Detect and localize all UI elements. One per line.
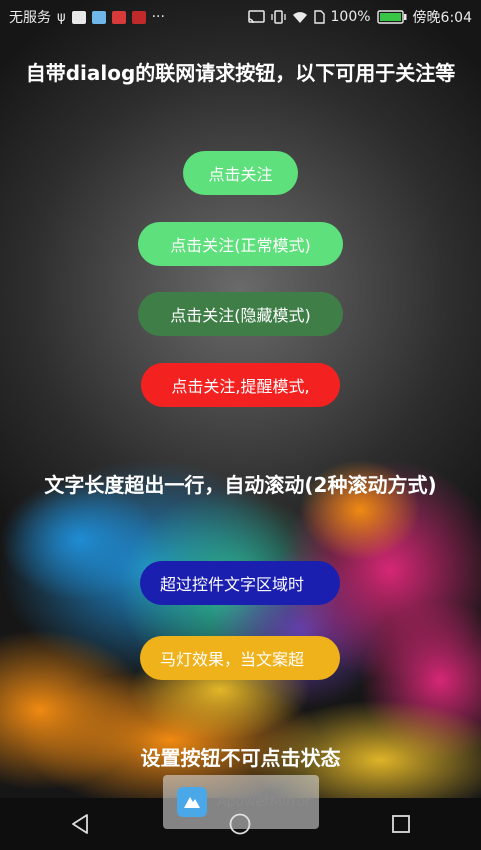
clock: 傍晚6:04 [412,10,472,26]
scroll-text-button[interactable]: 超过控件文字区域时 [140,561,340,605]
battery-icon [376,10,407,24]
section-title-disabled-state: 设置按钮不可点击状态 [140,746,341,770]
section-title-marquee: 文字长度超出一行，自动滚动(2种滚动方式) [44,473,437,497]
back-icon [72,814,89,834]
follow-reminder-mode-button[interactable]: 点击关注,提醒模式, [141,363,340,407]
carrier-text: 无服务 [9,10,51,26]
back-button[interactable] [60,804,100,844]
wifi-icon [292,11,307,23]
follow-button[interactable]: 点击关注 [183,151,298,195]
sim-icon [313,10,325,24]
app-screen: 无服务 ψ ··· 100% 傍晚6:04 自带dialog的联网请求按钮，以下… [0,0,481,850]
cast-icon [247,10,265,24]
huawei-icon [131,10,146,24]
watermark-text: ApowerMirror [217,794,312,810]
follow-hidden-mode-button[interactable]: 点击关注(隐藏模式) [138,292,343,336]
battery-percent: 100% [330,9,371,25]
marquee-text-button[interactable]: 马灯效果，当文案超 [140,636,340,680]
app-icon [91,10,106,24]
follow-normal-mode-button[interactable]: 点击关注(正常模式) [138,222,343,266]
usb-icon: ψ [57,9,66,25]
apowermirror-logo-icon [177,787,207,817]
apowermirror-watermark: ApowerMirror [163,775,319,829]
huawei-icon [111,10,126,24]
vibrate-icon [270,10,286,24]
more-notifications-icon: ··· [151,9,165,25]
status-bar: 无服务 ψ ··· 100% 傍晚6:04 [0,0,481,34]
recents-icon [391,815,410,833]
recents-button[interactable] [381,804,421,844]
apowermirror-icon [71,10,86,24]
section-title-network-button: 自带dialog的联网请求按钮，以下可用于关注等 [25,61,456,85]
